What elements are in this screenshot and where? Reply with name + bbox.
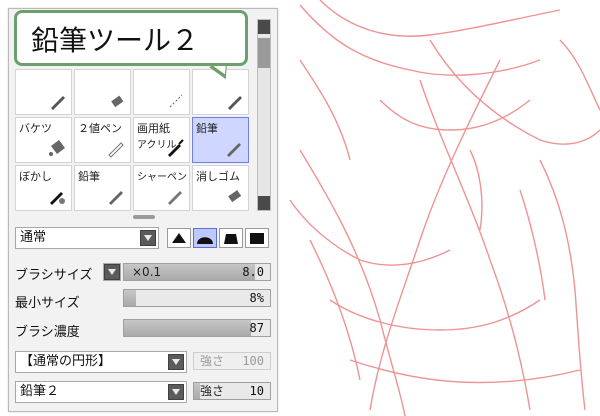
min-size-label: 最小サイズ (15, 296, 80, 311)
mechanical-pencil-icon (168, 191, 182, 205)
dotted-pen-icon (169, 94, 183, 108)
brush-shape-flat[interactable] (219, 228, 243, 248)
texture-strength-value: 10 (249, 384, 264, 398)
chevron-down-icon (104, 264, 120, 280)
pencil-icon (228, 96, 242, 110)
tool-panel: バケツ ２値ペン 画用紙 アクリル 鉛筆 ぼかし 鉛筆 シャーペン 消しゴム 通… (8, 8, 278, 412)
shape-round-icon (197, 237, 213, 244)
brush-size-label: ブラシサイズ (15, 268, 93, 283)
pencil-icon (51, 96, 65, 110)
tool-binary-pen[interactable]: ２値ペン (74, 117, 131, 163)
tool-label: バケツ (19, 122, 52, 135)
scroll-thumb[interactable] (258, 38, 270, 68)
brush-density-label: ブラシ濃度 (15, 325, 80, 340)
tool-eraser-2[interactable]: 消しゴム (192, 165, 249, 211)
pencil-icon (109, 191, 123, 205)
brush-shape-square[interactable] (245, 228, 269, 248)
min-size-fill (124, 290, 136, 306)
tool-label: 消しゴム (196, 170, 240, 183)
panel-splitter[interactable] (133, 215, 155, 219)
shape-flat-icon (224, 234, 238, 244)
tool-label: ２値ペン (78, 122, 122, 135)
tool-bucket[interactable]: バケツ (15, 117, 72, 163)
tool-label: シャーペン (137, 172, 187, 183)
pencil-icon (227, 143, 241, 157)
chevron-down-icon (168, 354, 184, 370)
tool-pencil[interactable] (15, 69, 72, 115)
texture-strength-label: 強さ (200, 384, 225, 398)
tool-dotted-pen[interactable] (133, 69, 190, 115)
chevron-down-icon (168, 384, 184, 400)
tool-pencil-2[interactable]: 鉛筆 (74, 165, 131, 211)
blur-icon (50, 192, 65, 205)
tool-label: 鉛筆 (196, 122, 218, 135)
tool-acrylic[interactable]: 画用紙 アクリル (133, 117, 190, 163)
bucket-icon (49, 140, 65, 156)
brush-shape-triangle[interactable] (167, 228, 191, 248)
callout-title: 鉛筆ツール２ (31, 24, 200, 57)
brush-size-slider[interactable]: ×0.1 8.0 (123, 263, 271, 281)
blend-mode-select[interactable]: 通常 (15, 227, 159, 249)
brush-density-value: 87 (249, 321, 264, 335)
texture-value: 鉛筆２ (20, 384, 60, 399)
scroll-up-button[interactable] (258, 20, 270, 34)
tool-callout: 鉛筆ツール２ (14, 10, 248, 66)
brush-shape-value: 【通常の円形】 (20, 354, 112, 369)
tool-pencil-selected[interactable]: 鉛筆 (192, 117, 249, 163)
tool-blur[interactable]: ぼかし (15, 165, 72, 211)
brush-shape-round[interactable] (193, 228, 217, 248)
shape-strength-value: 100 (242, 354, 264, 368)
brush-shape-select[interactable]: 【通常の円形】 (15, 351, 187, 373)
pen-icon (108, 142, 124, 158)
texture-select[interactable]: 鉛筆２ (15, 381, 187, 403)
brush-density-fill (124, 320, 252, 336)
tool-eraser[interactable] (74, 69, 131, 115)
texture-strength-slider[interactable]: 強さ 10 (193, 382, 271, 400)
min-size-slider[interactable]: 8% (123, 289, 271, 307)
brush-size-toggle[interactable] (103, 263, 121, 281)
brush-size-value: 8.0 (242, 265, 264, 279)
paintbrush-icon (168, 139, 184, 157)
shape-strength-slider[interactable]: 強さ 100 (193, 352, 271, 370)
tool-label: 画用紙 (137, 122, 170, 135)
tool-label: 鉛筆 (78, 170, 100, 183)
shape-square-icon (250, 233, 264, 244)
min-size-value: 8% (249, 291, 264, 305)
size-multiplier: ×0.1 (132, 265, 162, 279)
blend-mode-value: 通常 (20, 230, 47, 245)
eraser-icon (111, 95, 124, 108)
shape-strength-label: 強さ (200, 354, 225, 368)
tool-mechanical-pencil[interactable]: シャーペン (133, 165, 190, 211)
shape-triangle-icon (172, 233, 186, 243)
tool-label: ぼかし (19, 170, 52, 183)
chevron-down-icon (140, 230, 156, 246)
tool-scrollbar[interactable] (257, 19, 271, 211)
brush-density-slider[interactable]: 87 (123, 319, 271, 337)
scroll-down-button[interactable] (258, 196, 270, 210)
eraser-icon (228, 190, 242, 203)
